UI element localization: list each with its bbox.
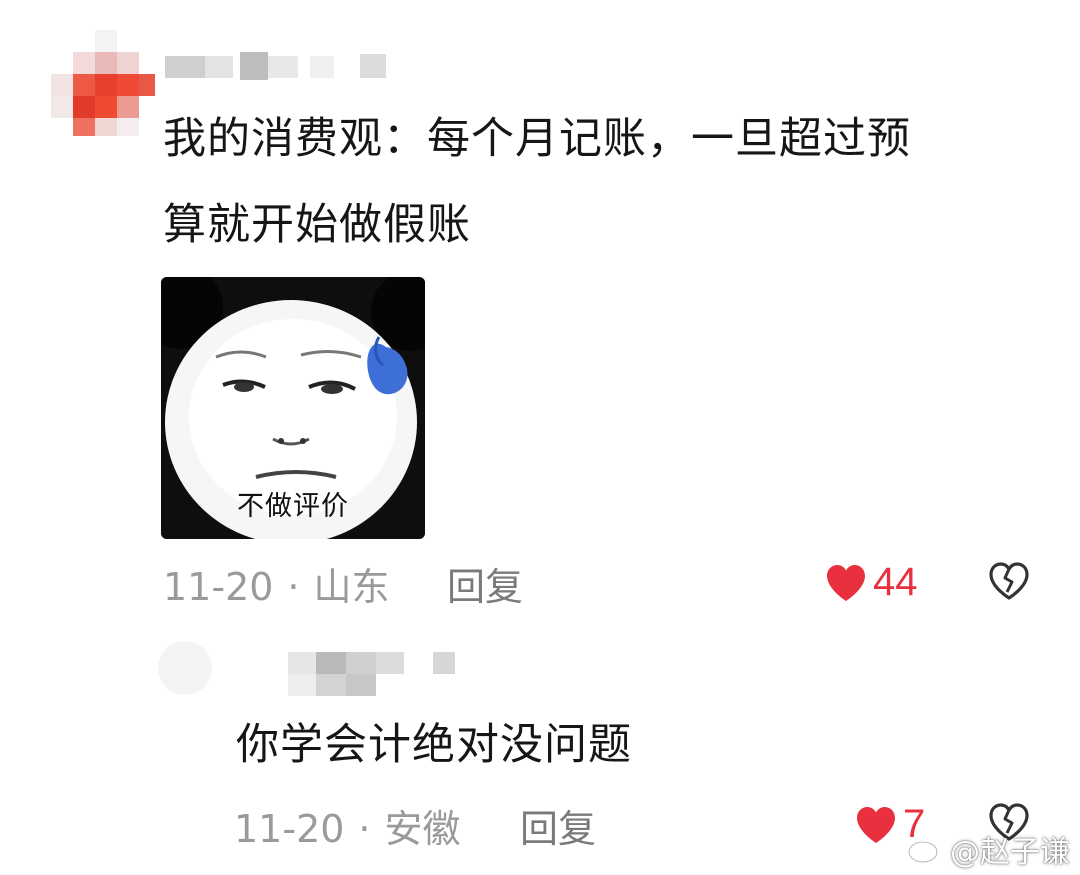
watermark-text: @赵子谦	[950, 835, 1070, 870]
comment-date: 11-20	[163, 565, 274, 609]
username[interactable]	[165, 52, 395, 82]
heart-filled-icon	[857, 806, 895, 843]
dislike-button[interactable]	[988, 561, 1030, 605]
meta-separator: ·	[287, 565, 300, 609]
avatar[interactable]	[45, 30, 155, 140]
comment-body: 我的消费观：每个月记账，一旦超过预 算就开始做假账	[163, 96, 1043, 268]
weibo-icon	[907, 833, 946, 864]
reply-button[interactable]: 回复	[447, 556, 523, 611]
broken-heart-icon	[989, 562, 1029, 600]
comment-meta: 11-20 · 山东	[163, 556, 390, 611]
comment-date: 11-20	[234, 807, 345, 851]
meta-separator: ·	[358, 807, 371, 851]
comment-location: 安徽	[384, 807, 461, 851]
comment-body: 你学会计绝对没问题	[236, 720, 632, 770]
watermark: @赵子谦	[906, 827, 1070, 871]
comment-location: 山东	[313, 565, 390, 609]
comment-thread: 我的消费观：每个月记账，一旦超过预 算就开始做假账 不做评价 11-20 · 山东	[0, 0, 1080, 875]
avatar[interactable]	[158, 641, 212, 695]
panda-meme-sticker[interactable]: 不做评价	[161, 277, 425, 539]
comment-line: 我的消费观：每个月记账，一旦超过预	[163, 114, 911, 164]
username[interactable]	[288, 652, 458, 698]
comment-meta: 11-20 · 安徽	[234, 798, 461, 853]
like-button[interactable]: 44	[825, 560, 918, 605]
comment-line: 算就开始做假账	[163, 200, 471, 250]
reply-button[interactable]: 回复	[520, 798, 596, 853]
sticker-caption: 不做评价	[237, 491, 349, 522]
like-count: 44	[873, 560, 918, 604]
heart-filled-icon	[827, 564, 865, 601]
